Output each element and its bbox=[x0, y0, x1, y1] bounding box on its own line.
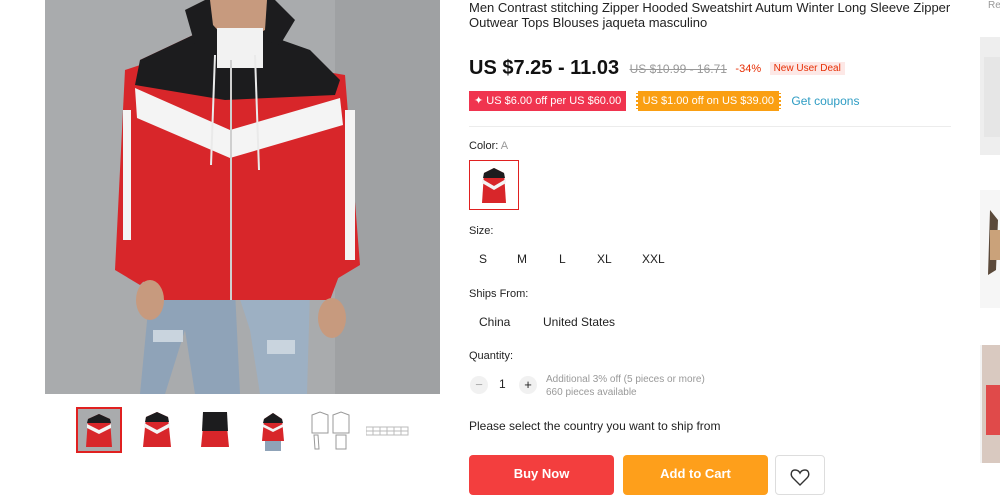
color-label: Color: A bbox=[469, 140, 508, 152]
hoodie-thumbnail-icon bbox=[78, 409, 120, 451]
size-label: Size: bbox=[469, 225, 494, 237]
heart-icon bbox=[790, 469, 810, 486]
size-option-m[interactable]: M bbox=[517, 252, 527, 266]
get-coupons-link[interactable]: Get coupons bbox=[791, 94, 859, 108]
color-selected-value: A bbox=[500, 140, 509, 152]
main-product-image[interactable] bbox=[45, 0, 440, 394]
recommended-item-image bbox=[980, 345, 1000, 463]
hoodie-front-icon bbox=[143, 412, 171, 447]
quantity-increase-button[interactable]: + bbox=[519, 376, 537, 394]
recommended-item-3[interactable] bbox=[980, 345, 1000, 463]
price-row: US $7.25 - 11.03 US $10.99 - 16.71 -34% … bbox=[469, 57, 845, 81]
size-option-xxl[interactable]: XXL bbox=[642, 252, 665, 266]
quantity-value[interactable]: 1 bbox=[499, 377, 506, 391]
coupon-6-off[interactable]: ✦ US $6.00 off per US $60.00 bbox=[469, 91, 627, 111]
discount-percent: -34% bbox=[735, 62, 762, 75]
ship-option-china[interactable]: China bbox=[479, 315, 510, 329]
size-table-icon bbox=[365, 426, 409, 436]
thumbnail-6[interactable] bbox=[365, 407, 412, 453]
color-label-text: Color: bbox=[469, 140, 499, 152]
thumbnail-4[interactable] bbox=[250, 407, 296, 453]
recommended-item-1[interactable] bbox=[980, 37, 1000, 155]
recommended-item-image bbox=[980, 190, 1000, 308]
thumbnail-3[interactable] bbox=[192, 407, 238, 453]
add-to-cart-button[interactable]: Add to Cart bbox=[623, 455, 768, 495]
pieces-available: 660 pieces available bbox=[546, 387, 637, 398]
thumbnail-1[interactable] bbox=[76, 407, 122, 453]
product-title: Men Contrast stitching Zipper Hooded Swe… bbox=[469, 0, 951, 30]
recommended-item-2[interactable] bbox=[980, 190, 1000, 308]
hoodie-swatch-icon bbox=[482, 168, 506, 203]
thumbnail-5[interactable] bbox=[308, 407, 354, 453]
bulk-discount-note: Additional 3% off (5 pieces or more) bbox=[546, 374, 705, 385]
ship-country-notice: Please select the country you want to sh… bbox=[469, 419, 721, 433]
size-option-l[interactable]: L bbox=[559, 252, 566, 266]
hoodie-model-illustration bbox=[45, 0, 440, 394]
quantity-decrease-button[interactable]: − bbox=[470, 376, 488, 394]
hoodie-model-icon bbox=[262, 413, 284, 451]
coupon-row: ✦ US $6.00 off per US $60.00 US $1.00 of… bbox=[469, 91, 859, 111]
size-option-xl[interactable]: XL bbox=[597, 252, 612, 266]
original-price: US $10.99 - 16.71 bbox=[629, 61, 727, 76]
size-option-s[interactable]: S bbox=[479, 252, 487, 266]
coupon-1-off[interactable]: US $1.00 off on US $39.00 bbox=[635, 91, 781, 111]
hoodie-back-icon bbox=[201, 412, 229, 447]
recommendations-label: Re bbox=[988, 0, 1000, 11]
thumbnail-strip bbox=[76, 407, 416, 455]
quantity-label: Quantity: bbox=[469, 350, 514, 362]
ship-option-united-states[interactable]: United States bbox=[543, 315, 615, 329]
thumbnail-2[interactable] bbox=[134, 407, 180, 453]
size-chart-icon bbox=[311, 411, 350, 450]
wishlist-button[interactable] bbox=[775, 455, 825, 495]
price-range: US $7.25 - 11.03 bbox=[469, 57, 620, 79]
divider bbox=[469, 126, 951, 127]
color-option-a[interactable] bbox=[469, 160, 519, 210]
ships-from-label: Ships From: bbox=[469, 288, 529, 300]
recommended-item-image bbox=[980, 37, 1000, 155]
buy-now-button[interactable]: Buy Now bbox=[469, 455, 614, 495]
new-user-deal-badge: New User Deal bbox=[769, 62, 845, 75]
